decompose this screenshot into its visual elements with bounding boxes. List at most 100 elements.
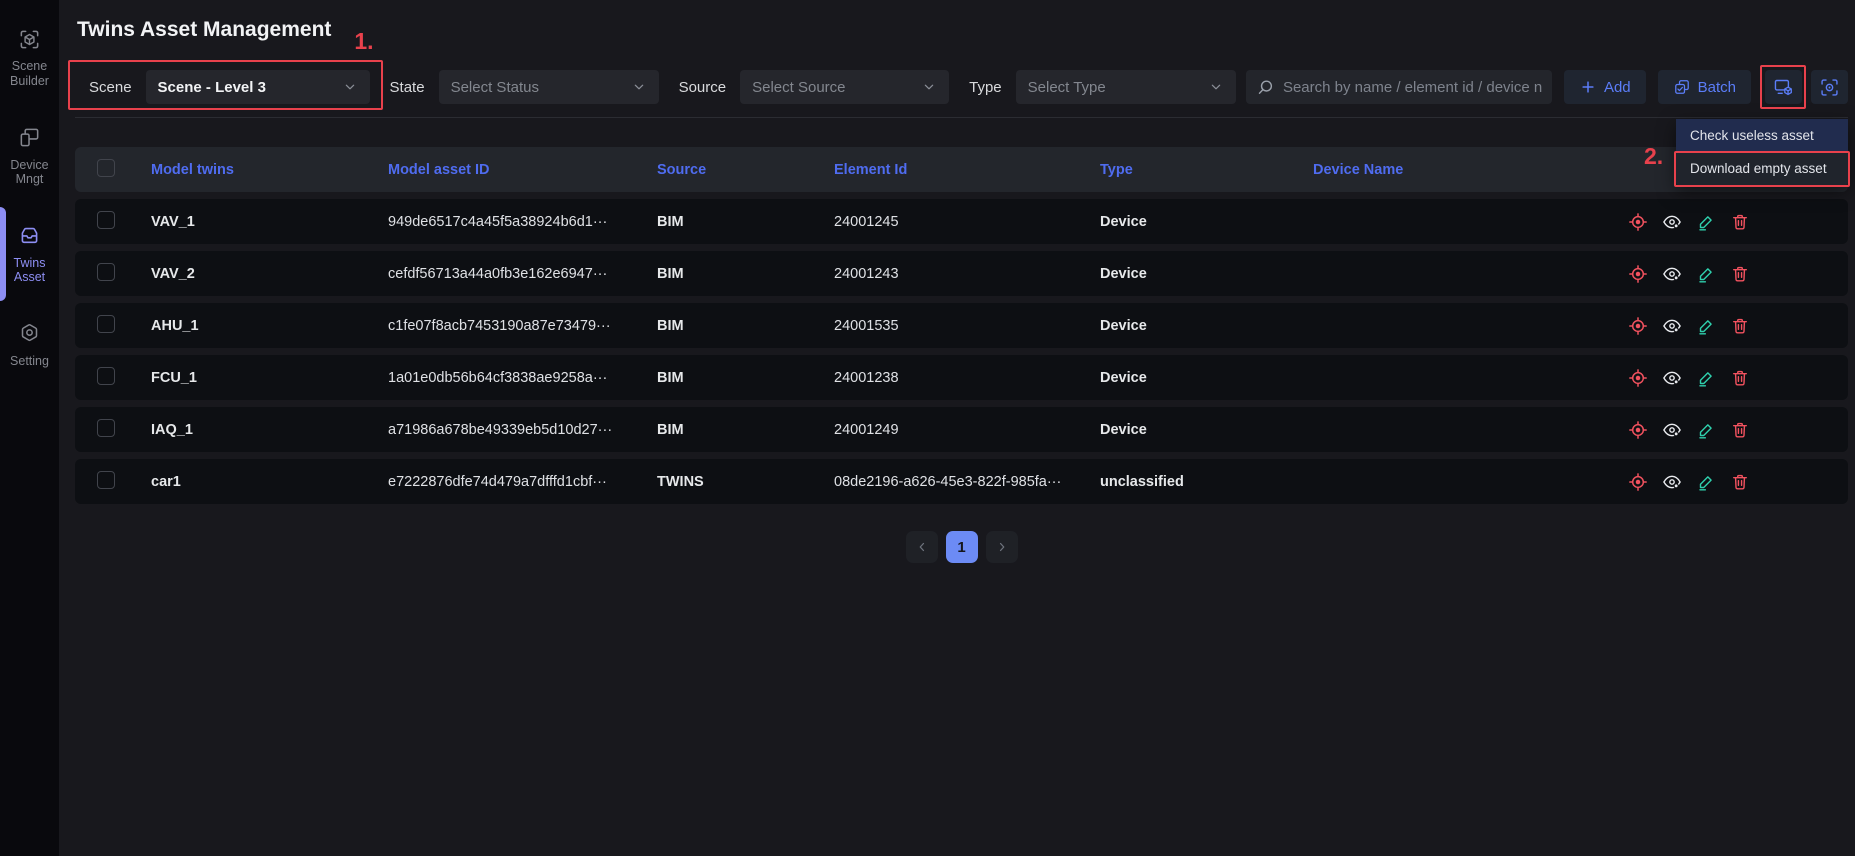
delete-icon[interactable] bbox=[1730, 368, 1750, 388]
view-icon[interactable] bbox=[1662, 264, 1682, 284]
pagination: 1 bbox=[75, 531, 1848, 563]
type-cell: Device bbox=[1100, 422, 1313, 438]
asset-id-cell: a71986a678be49339eb5d10d27··· bbox=[388, 422, 657, 438]
locate-icon[interactable] bbox=[1628, 264, 1648, 284]
row-checkbox[interactable] bbox=[97, 315, 115, 333]
asset-setting-button[interactable] bbox=[1811, 70, 1848, 104]
model-twins-cell: VAV_2 bbox=[151, 266, 388, 282]
column-header-element-id: Element Id bbox=[834, 162, 1100, 178]
view-icon[interactable] bbox=[1662, 420, 1682, 440]
row-checkbox[interactable] bbox=[97, 419, 115, 437]
menu-item-check-useless-asset[interactable]: Check useless asset bbox=[1676, 119, 1848, 152]
locate-icon[interactable] bbox=[1628, 472, 1648, 492]
element-id-cell: 24001238 bbox=[834, 370, 1100, 386]
sidebar: Scene Builder Device Mngt Twins Asset bbox=[0, 0, 59, 856]
asset-id-cell: cefdf56713a44a0fb3e162e6947··· bbox=[388, 266, 657, 282]
scene-label: Scene bbox=[89, 79, 132, 96]
delete-icon[interactable] bbox=[1730, 264, 1750, 284]
source-cell: BIM bbox=[657, 422, 834, 438]
view-icon[interactable] bbox=[1662, 368, 1682, 388]
model-twins-cell: VAV_1 bbox=[151, 214, 388, 230]
asset-setting-button-wrap bbox=[1811, 70, 1848, 104]
table-row: VAV_2 cefdf56713a44a0fb3e162e6947··· BIM… bbox=[75, 251, 1848, 296]
edit-icon[interactable] bbox=[1696, 420, 1716, 440]
pagination-next-button[interactable] bbox=[986, 531, 1018, 563]
state-filter-group: State Select Status bbox=[390, 70, 659, 104]
sidebar-item-label: Setting bbox=[10, 354, 49, 368]
pagination-page-1-button[interactable]: 1 bbox=[946, 531, 978, 563]
add-button[interactable]: Add bbox=[1564, 70, 1646, 104]
app-window: Scene Builder Device Mngt Twins Asset bbox=[0, 0, 1855, 856]
chevron-right-icon bbox=[995, 540, 1009, 554]
type-cell: Device bbox=[1100, 370, 1313, 386]
view-icon[interactable] bbox=[1662, 316, 1682, 336]
source-filter-group: Source Select Source bbox=[679, 70, 950, 104]
chevron-down-icon bbox=[342, 79, 358, 95]
useless-asset-icon bbox=[1773, 77, 1794, 98]
table-row: VAV_1 949de6517c4a45f5a38924b6d1··· BIM … bbox=[75, 199, 1848, 244]
sidebar-item-label: Twins Asset bbox=[0, 256, 59, 285]
asset-id-cell: 949de6517c4a45f5a38924b6d1··· bbox=[388, 214, 657, 230]
delete-icon[interactable] bbox=[1730, 212, 1750, 232]
edit-icon[interactable] bbox=[1696, 212, 1716, 232]
column-header-model-asset-id: Model asset ID bbox=[388, 162, 657, 178]
asset-setting-icon bbox=[1819, 77, 1840, 98]
select-all-checkbox[interactable] bbox=[97, 159, 115, 177]
model-twins-cell: AHU_1 bbox=[151, 318, 388, 334]
edit-icon[interactable] bbox=[1696, 472, 1716, 492]
sidebar-item-scene-builder[interactable]: Scene Builder bbox=[0, 24, 59, 92]
view-icon[interactable] bbox=[1662, 212, 1682, 232]
search-input[interactable] bbox=[1283, 79, 1542, 96]
sidebar-item-twins-asset[interactable]: Twins Asset bbox=[0, 220, 59, 288]
scene-select[interactable]: Scene - Level 3 bbox=[146, 70, 370, 104]
asset-table: Model twins Model asset ID Source Elemen… bbox=[75, 147, 1848, 504]
locate-icon[interactable] bbox=[1628, 212, 1648, 232]
source-select-placeholder: Select Source bbox=[752, 79, 913, 96]
row-checkbox[interactable] bbox=[97, 263, 115, 281]
locate-icon[interactable] bbox=[1628, 316, 1648, 336]
element-id-cell: 24001535 bbox=[834, 318, 1100, 334]
row-checkbox[interactable] bbox=[97, 471, 115, 489]
delete-icon[interactable] bbox=[1730, 316, 1750, 336]
locate-icon[interactable] bbox=[1628, 368, 1648, 388]
edit-icon[interactable] bbox=[1696, 316, 1716, 336]
edit-icon[interactable] bbox=[1696, 264, 1716, 284]
active-indicator bbox=[0, 207, 6, 301]
type-cell: Device bbox=[1100, 214, 1313, 230]
type-cell: Device bbox=[1100, 318, 1313, 334]
type-filter-group: Type Select Type bbox=[969, 70, 1236, 104]
sidebar-item-setting[interactable]: Setting bbox=[0, 318, 59, 372]
row-actions bbox=[1313, 212, 1848, 232]
sidebar-item-label: Scene Builder bbox=[0, 59, 59, 88]
scene-select-value: Scene - Level 3 bbox=[158, 79, 334, 96]
setting-icon bbox=[18, 322, 41, 348]
batch-button[interactable]: Batch bbox=[1658, 70, 1751, 104]
row-actions bbox=[1313, 368, 1848, 388]
sidebar-item-device-mngt[interactable]: Device Mngt bbox=[0, 122, 59, 190]
add-button-label: Add bbox=[1604, 79, 1631, 96]
type-select[interactable]: Select Type bbox=[1016, 70, 1236, 104]
delete-icon[interactable] bbox=[1730, 472, 1750, 492]
table-row: IAQ_1 a71986a678be49339eb5d10d27··· BIM … bbox=[75, 407, 1848, 452]
view-icon[interactable] bbox=[1662, 472, 1682, 492]
menu-item-download-wrap: Download empty asset bbox=[1676, 152, 1848, 185]
row-checkbox[interactable] bbox=[97, 211, 115, 229]
menu-item-download-empty-asset[interactable]: Download empty asset bbox=[1676, 152, 1848, 185]
source-select[interactable]: Select Source bbox=[740, 70, 949, 104]
search-box bbox=[1246, 70, 1552, 104]
pagination-prev-button[interactable] bbox=[906, 531, 938, 563]
delete-icon[interactable] bbox=[1730, 420, 1750, 440]
element-id-cell: 24001249 bbox=[834, 422, 1100, 438]
table-header-row: Model twins Model asset ID Source Elemen… bbox=[75, 147, 1848, 192]
element-id-cell: 24001245 bbox=[834, 214, 1100, 230]
source-cell: BIM bbox=[657, 370, 834, 386]
source-cell: BIM bbox=[657, 318, 834, 334]
row-checkbox[interactable] bbox=[97, 367, 115, 385]
chevron-down-icon bbox=[1208, 79, 1224, 95]
locate-icon[interactable] bbox=[1628, 420, 1648, 440]
state-select[interactable]: Select Status bbox=[439, 70, 659, 104]
useless-asset-button[interactable] bbox=[1765, 70, 1802, 104]
row-actions bbox=[1313, 316, 1848, 336]
edit-icon[interactable] bbox=[1696, 368, 1716, 388]
model-twins-cell: FCU_1 bbox=[151, 370, 388, 386]
